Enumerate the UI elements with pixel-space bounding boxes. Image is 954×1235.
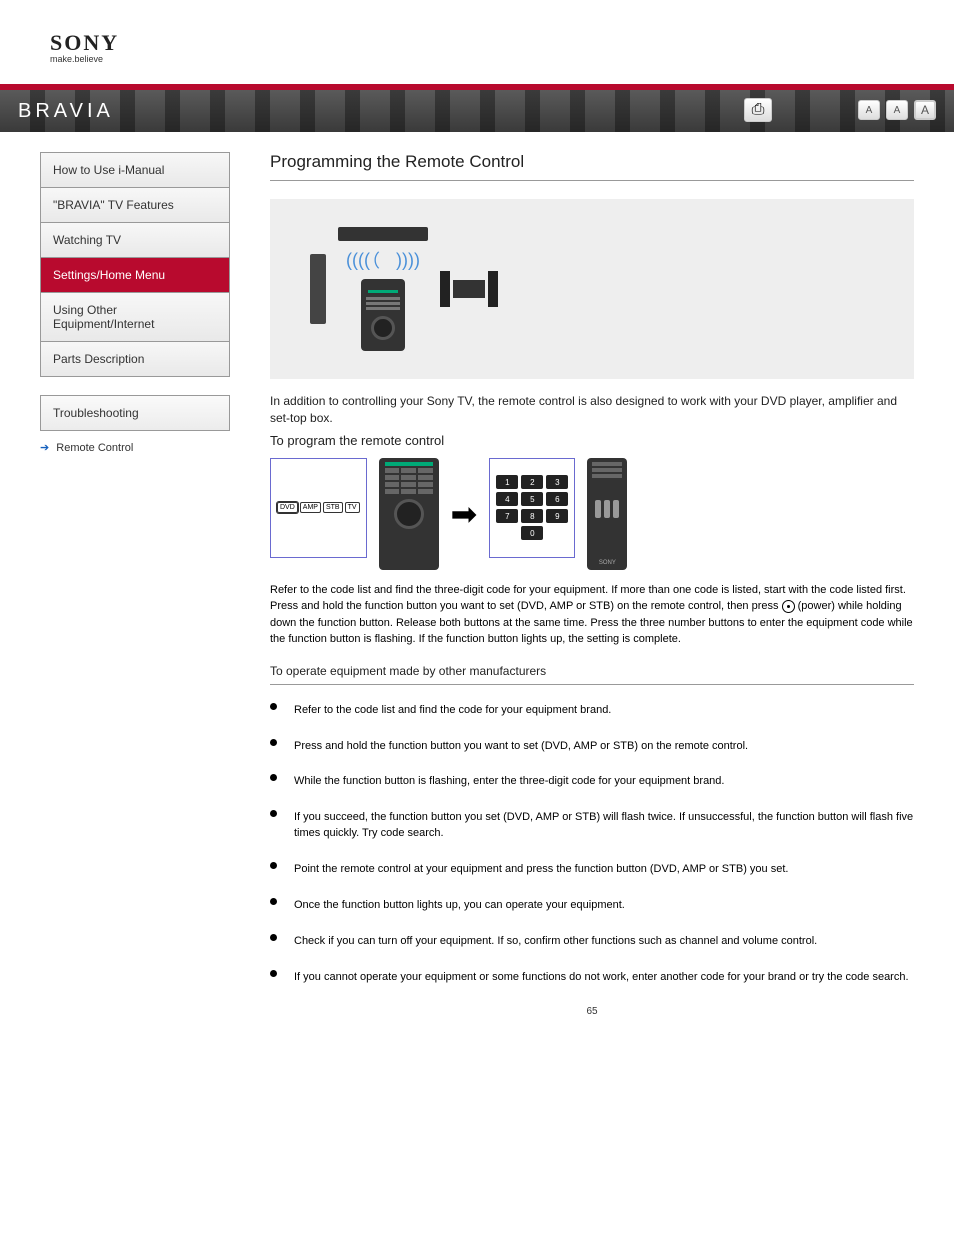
intro-text: In addition to controlling your Sony TV,… [270, 393, 914, 427]
page-number: 65 [270, 1006, 914, 1017]
logo-tagline: make.believe [50, 54, 103, 64]
font-medium-button[interactable]: A [886, 100, 908, 120]
program-heading: To program the remote control [270, 433, 914, 448]
logo: SONY make.believe [50, 30, 904, 64]
main-content: Programming the Remote Control (((( ⌒ ))… [270, 152, 914, 1017]
power-icon [782, 600, 795, 613]
menu-item-watching[interactable]: Watching TV [41, 223, 229, 258]
step-item: Refer to the code list and find the code… [288, 703, 914, 719]
stb-button: STB [323, 502, 343, 513]
tv-button: TV [345, 502, 360, 513]
font-small-button[interactable]: A [858, 100, 880, 120]
menu-item-troubleshooting[interactable]: Troubleshooting [41, 396, 229, 430]
arrow-right-icon: ➡ [451, 495, 478, 533]
utility-buttons: ⎙ A A A [744, 98, 936, 122]
amp-button: AMP [300, 502, 321, 513]
step-item: If you cannot operate your equipment or … [288, 970, 914, 986]
step-item: Point the remote control at your equipme… [288, 862, 914, 878]
breadcrumb-link[interactable]: Remote Control [56, 442, 133, 454]
program-diagram: DVD AMP STB TV ➡ 123 456 789 0 [270, 458, 914, 570]
secondary-menu: Troubleshooting [40, 395, 230, 431]
header: SONY make.believe [0, 0, 954, 74]
steps-intro: Refer to the code list and find the thre… [270, 582, 914, 648]
dvd-player-icon [338, 227, 428, 241]
dvd-button: DVD [277, 502, 298, 513]
page-title: Programming the Remote Control [270, 152, 914, 181]
steps-list: Refer to the code list and find the code… [270, 703, 914, 986]
sidebar: How to Use i-Manual "BRAVIA" TV Features… [40, 152, 230, 1017]
bravia-brand: BRAVIA [18, 100, 114, 123]
menu-item-features[interactable]: "BRAVIA" TV Features [41, 188, 229, 223]
top-toolbar: BRAVIA ⎙ A A A [0, 90, 954, 132]
step-item: If you succeed, the function button you … [288, 810, 914, 842]
step-item: Check if you can turn off your equipment… [288, 934, 914, 950]
remote-front-icon [379, 458, 439, 570]
print-button[interactable]: ⎙ [744, 98, 772, 122]
numpad-panel: 123 456 789 0 [489, 458, 575, 558]
logo-text: SONY [50, 30, 119, 56]
menu-item-how-to-use[interactable]: How to Use i-Manual [41, 153, 229, 188]
step-item: Once the function button lights up, you … [288, 898, 914, 914]
signal-right-icon: )))) [396, 250, 420, 271]
step-item: Press and hold the function button you w… [288, 739, 914, 755]
hero-illustration: (((( ⌒ )))) [270, 199, 914, 379]
remote-back-icon: SONY [587, 458, 627, 570]
step-item: While the function button is flashing, e… [288, 774, 914, 790]
menu-item-settings[interactable]: Settings/Home Menu [41, 258, 229, 293]
steps-heading: To operate equipment made by other manuf… [270, 664, 914, 685]
chevron-right-icon: ➔ [40, 442, 49, 454]
signal-left-icon: (((( [346, 250, 370, 271]
menu-item-other-equipment[interactable]: Using Other Equipment/Internet [41, 293, 229, 342]
main-menu: How to Use i-Manual "BRAVIA" TV Features… [40, 152, 230, 377]
remote-icon [361, 279, 405, 351]
speaker-left-icon [310, 254, 326, 324]
function-buttons-panel: DVD AMP STB TV [270, 458, 367, 558]
font-large-button[interactable]: A [914, 100, 936, 120]
breadcrumb: ➔ Remote Control [40, 441, 230, 454]
menu-item-parts[interactable]: Parts Description [41, 342, 229, 376]
amplifier-icon [440, 271, 498, 307]
print-icon: ⎙ [752, 101, 765, 119]
signal-arc-icon: ⌒ [370, 251, 396, 269]
